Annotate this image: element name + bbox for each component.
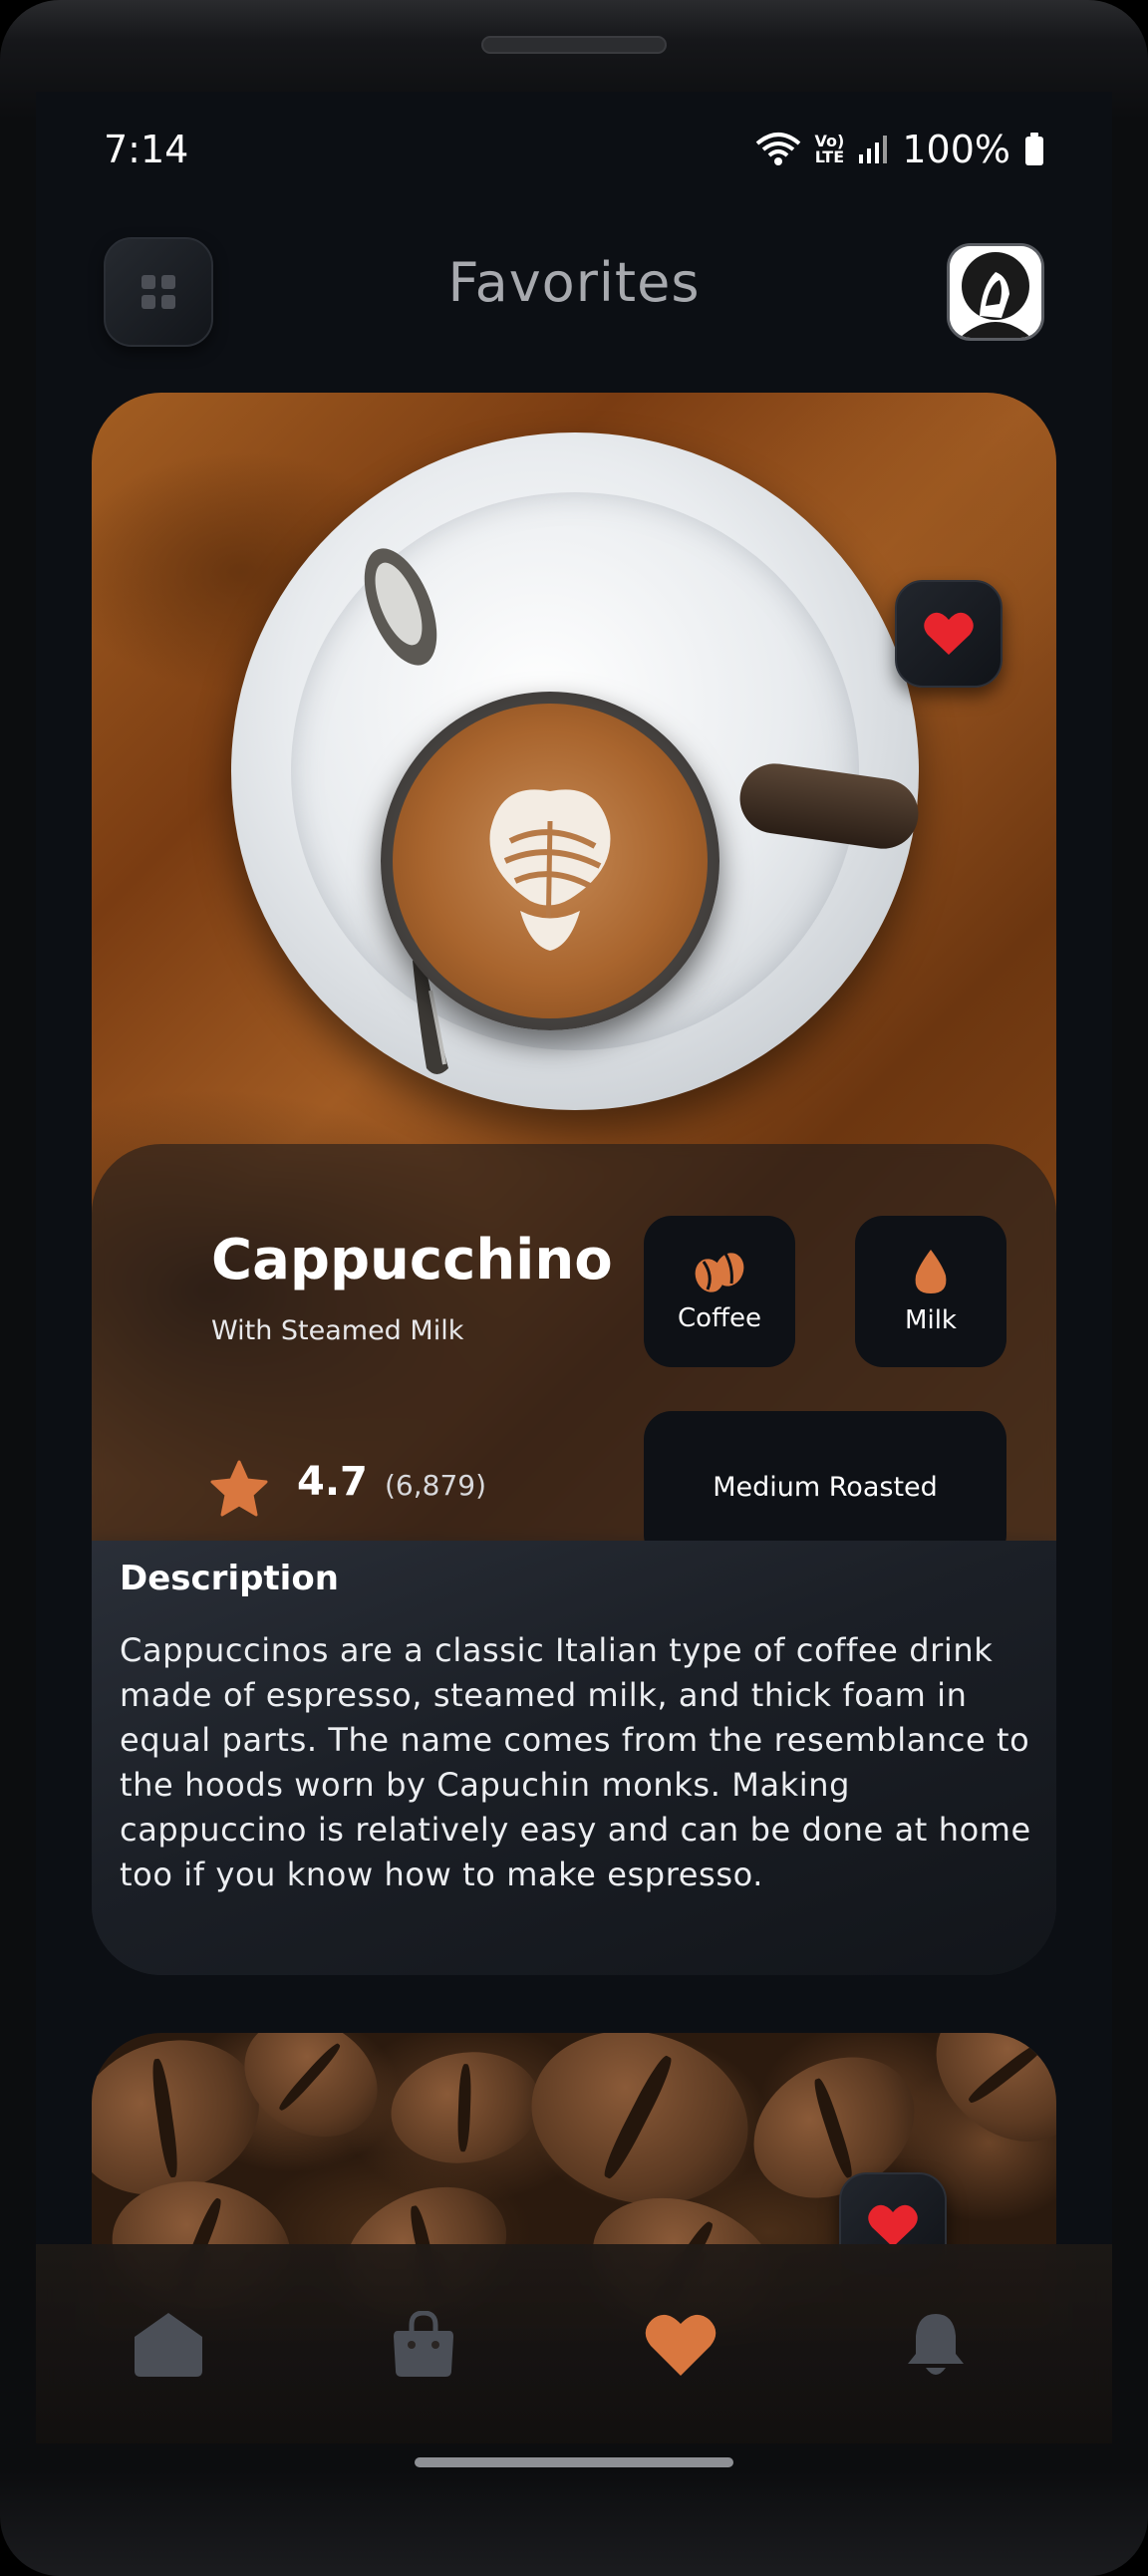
heart-icon <box>924 612 974 655</box>
coffee-chip[interactable]: Coffee <box>644 1216 795 1367</box>
bell-icon <box>908 2314 964 2375</box>
milk-chip-label: Milk <box>905 1305 957 1335</box>
nav-cart[interactable] <box>381 2302 466 2388</box>
favorite-button[interactable] <box>895 580 1003 688</box>
coffee-subtitle: With Steamed Milk <box>211 1315 464 1346</box>
milk-chip[interactable]: Milk <box>855 1216 1006 1367</box>
heart-icon <box>868 2204 918 2247</box>
description-text: Cappuccinos are a classic Italian type o… <box>120 1631 1031 1893</box>
rating-value: 4.7 <box>297 1459 368 1505</box>
coffee-chip-label: Coffee <box>678 1303 761 1333</box>
coffee-card[interactable]: Cappucchino With Steamed Milk 4.7 (6,879… <box>92 393 1056 1975</box>
avatar[interactable] <box>947 243 1044 341</box>
star-icon <box>210 1460 268 1517</box>
phone-frame: 7:14 Vo) LTE 100% Favorites Cappucchino … <box>0 0 1148 2576</box>
latte-art <box>489 789 611 951</box>
home-indicator[interactable] <box>415 2457 733 2467</box>
status-bar: 7:14 Vo) LTE 100% <box>36 92 1112 211</box>
cappuccino-image: Cappucchino With Steamed Milk 4.7 (6,879… <box>92 393 1056 1563</box>
wifi-icon <box>755 132 801 167</box>
coffee-name: Cappucchino <box>211 1228 613 1292</box>
bag-icon <box>394 2311 453 2377</box>
nav-notifications[interactable] <box>893 2302 979 2388</box>
status-time: 7:14 <box>104 128 189 171</box>
signal-icon <box>858 135 888 164</box>
milk-drop-icon <box>915 1250 947 1293</box>
description-title: Description <box>120 1559 339 1598</box>
nav-favorites[interactable] <box>638 2302 723 2388</box>
battery-icon <box>1024 133 1044 166</box>
status-icons: Vo) LTE 100% <box>755 128 1044 171</box>
rating-count: (6,879) <box>385 1469 487 1502</box>
screen: 7:14 Vo) LTE 100% Favorites Cappucchino … <box>36 92 1112 2443</box>
speaker-grille <box>481 36 667 54</box>
nav-home[interactable] <box>126 2302 211 2388</box>
home-icon <box>135 2313 202 2377</box>
volte-indicator: Vo) LTE <box>814 132 845 166</box>
heart-icon <box>645 2314 717 2376</box>
battery-percent: 100% <box>902 128 1010 171</box>
coffee-beans-icon <box>695 1253 744 1292</box>
